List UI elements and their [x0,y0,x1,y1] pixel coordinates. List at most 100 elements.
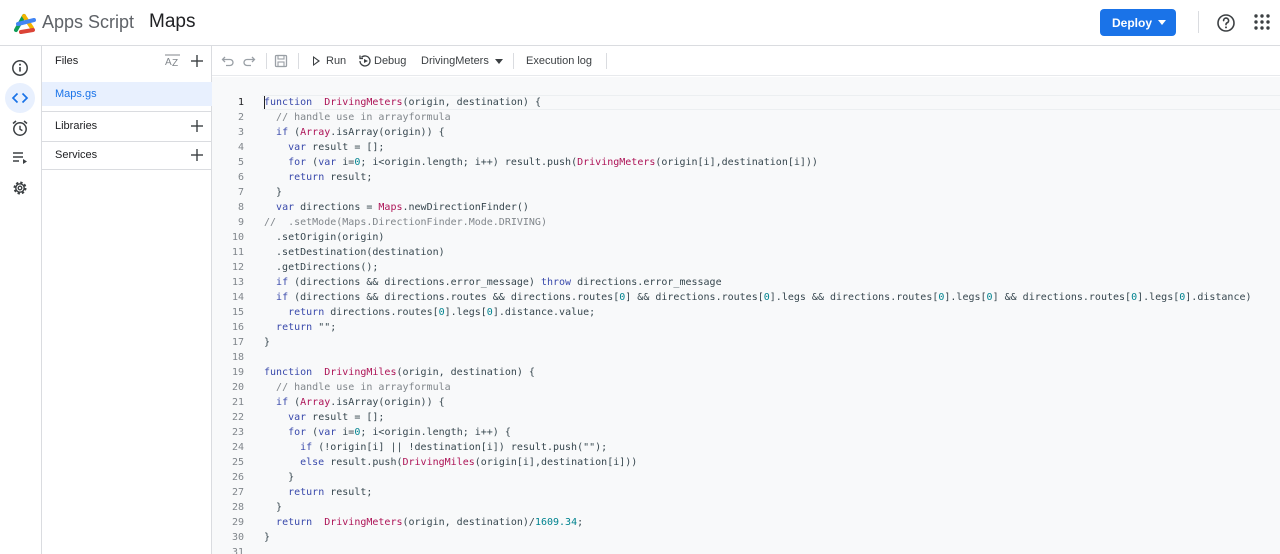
line-number: 31 [231,547,244,554]
code-line[interactable]: var result = []; [264,410,1274,425]
files-header: Files A Z [42,46,212,76]
add-file-icon[interactable] [190,54,204,68]
services-section[interactable]: Services [42,142,212,168]
code-line[interactable]: .getDirections(); [264,260,1274,275]
files-panel: Files A Z Maps.gs Libraries Services [42,46,212,554]
help-icon[interactable] [1216,13,1236,33]
code-token: directions.routes[ [324,307,439,318]
code-line[interactable]: return DrivingMeters(origin, destination… [264,515,1274,530]
add-library-icon[interactable] [190,119,204,133]
app-header: Apps Script Maps Deploy [0,0,1280,46]
code-token: ].legs[ [444,307,487,318]
code-line[interactable]: } [264,530,1274,545]
line-number: 5 [237,157,244,168]
code-line[interactable]: } [264,185,1274,200]
header-divider [1198,11,1199,33]
code-line[interactable]: if (!origin[i] || !destination[i]) resul… [264,440,1274,455]
apps-script-logo-icon[interactable] [12,10,38,36]
code-line[interactable]: return result; [264,485,1274,500]
code-line[interactable]: function DrivingMeters(origin, destinati… [264,95,1274,110]
code-line[interactable]: .setOrigin(origin) [264,230,1274,245]
code-line[interactable]: return result; [264,170,1274,185]
code-line[interactable]: // handle use in arrayformula [264,110,1274,125]
code-line[interactable]: if (directions && directions.error_messa… [264,275,1274,290]
code-line[interactable] [264,350,1274,365]
code-token: } [264,532,271,543]
code-line[interactable]: var result = []; [264,140,1274,155]
save-icon[interactable] [274,54,288,68]
toolbar-divider [266,53,267,69]
code-token: // handle use in arrayformula [276,382,451,393]
deploy-button[interactable]: Deploy [1100,9,1176,36]
code-line[interactable]: function DrivingMiles(origin, destinatio… [264,365,1274,380]
rail-triggers-button[interactable] [5,113,35,143]
code-token: ; i<origin.length; i++) { [360,427,511,438]
code-line[interactable]: } [264,470,1274,485]
line-number-gutter: 1 2 3 4 5 6 7 8 9 10 11 12 13 14 15 16 17 18 19 20 21 22 23 24 2… [212,95,256,554]
libraries-section[interactable]: Libraries [42,113,212,139]
line-number: 17 [231,337,244,348]
toolbar-divider [298,53,299,69]
rail-overview-button[interactable] [5,53,35,83]
code-token: Maps [378,202,403,213]
code-line[interactable]: return ""; [264,320,1274,335]
sort-az-icon[interactable]: A Z [165,54,181,68]
code-token: result = []; [306,412,385,423]
file-item-maps-gs[interactable]: Maps.gs [42,82,212,106]
code-token: if [276,127,289,138]
code-line[interactable]: for (var i=0; i<origin.length; i++) { [264,425,1274,440]
code-token: ( [306,427,319,438]
rail-settings-button[interactable] [5,173,35,203]
code-line[interactable]: var directions = Maps.newDirectionFinder… [264,200,1274,215]
code-area[interactable]: function DrivingMeters(origin, destinati… [264,95,1274,554]
code-line[interactable] [264,545,1274,554]
code-editor[interactable]: 1 2 3 4 5 6 7 8 9 10 11 12 13 14 15 16 17 18 19 20 21 22 23 24 2… [212,77,1280,554]
code-line[interactable]: if (directions && directions.routes && d… [264,290,1274,305]
code-token: throw [540,277,572,288]
code-line[interactable]: else result.push(DrivingMiles(origin[i],… [264,455,1274,470]
code-line[interactable]: } [264,335,1274,350]
code-token: (origin, destination)/ [402,517,535,528]
code-token: (origin[i],destination[i])) [655,157,818,168]
function-selected: DrivingMeters [421,55,489,67]
code-line[interactable]: // handle use in arrayformula [264,380,1274,395]
code-line[interactable]: } [264,500,1274,515]
code-token: (directions && directions.error_message) [288,277,541,288]
code-token: (directions && directions.routes && dire… [288,292,620,303]
code-line[interactable]: for (var i=0; i<origin.length; i++) resu… [264,155,1274,170]
code-token: ( [288,127,301,138]
code-token: DrivingMeters [324,97,403,108]
libraries-label: Libraries [55,120,98,132]
chevron-down-icon [1158,20,1166,25]
info-icon [12,60,28,76]
redo-icon[interactable] [242,54,256,68]
code-token: .setDestination(destination) [264,247,445,258]
rail-editor-button[interactable] [5,83,35,113]
add-service-icon[interactable] [190,148,204,162]
code-token: ; [577,517,584,528]
code-line[interactable]: // .setMode(Maps.DirectionFinder.Mode.DR… [264,215,1274,230]
google-apps-icon[interactable] [1253,13,1271,31]
code-line[interactable]: if (Array.isArray(origin)) { [264,125,1274,140]
undo-icon[interactable] [221,54,235,68]
rail-executions-button[interactable] [5,143,35,173]
svg-text:Z: Z [172,58,178,68]
execution-log-button[interactable]: Execution log [526,55,592,67]
brand-name[interactable]: Apps Script [42,12,134,33]
code-line[interactable]: return directions.routes[0].legs[0].dist… [264,305,1274,320]
code-token: ].legs[ [1137,292,1180,303]
files-title: Files [55,55,79,67]
code-token: return [288,307,325,318]
line-number: 26 [231,472,244,483]
project-title[interactable]: Maps [149,11,195,33]
code-line[interactable]: if (Array.isArray(origin)) { [264,395,1274,410]
line-number: 19 [231,367,244,378]
code-line[interactable]: .setDestination(destination) [264,245,1274,260]
line-number: 10 [231,232,244,243]
